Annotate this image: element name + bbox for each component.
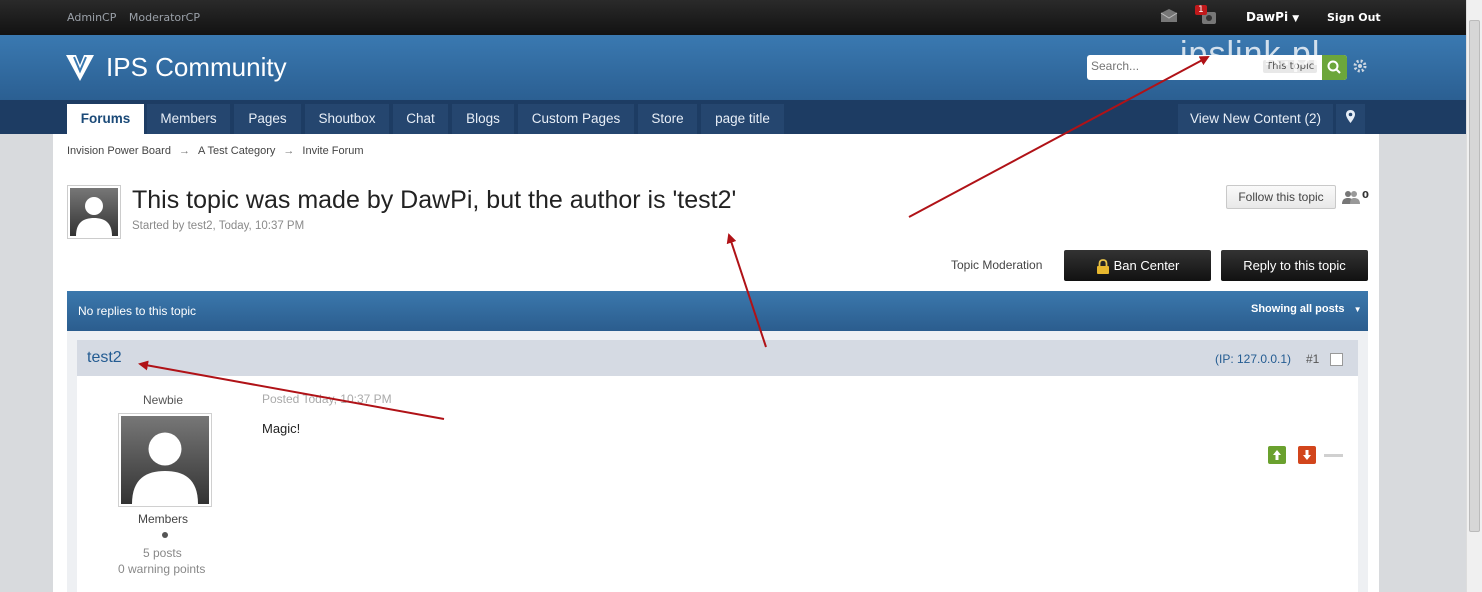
rank-pip-icon (162, 532, 168, 538)
site-title: IPS Community (106, 52, 287, 82)
view-new-content-button[interactable]: View New Content (2) (1178, 104, 1333, 134)
post-header: test2 (IP: 127.0.0.1) #1 (77, 340, 1358, 376)
location-button[interactable] (1336, 104, 1365, 134)
reply-button[interactable]: Reply to this topic (1221, 250, 1368, 281)
arrow-right-icon: → (283, 145, 295, 157)
tab-chat[interactable]: Chat (393, 104, 448, 134)
tab-store[interactable]: Store (638, 104, 697, 134)
breadcrumb-item[interactable]: A Test Category (198, 145, 275, 157)
username: DawPi (1246, 10, 1289, 24)
ban-center-button[interactable]: Ban Center (1064, 250, 1211, 281)
arrow-right-icon: → (178, 145, 190, 157)
default-avatar-icon (70, 188, 118, 236)
search-icon (1327, 60, 1341, 74)
admincp-link[interactable]: AdminCP (67, 11, 116, 24)
notification-badge: 1 (1195, 5, 1207, 15)
followers-count[interactable]: 0 (1342, 190, 1369, 204)
moderatorcp-link[interactable]: ModeratorCP (129, 11, 200, 24)
page-title: This topic was made by DawPi, but the au… (132, 186, 737, 214)
post-date: Posted Today, 10:37 PM (262, 392, 392, 406)
post-number[interactable]: #1 (1306, 352, 1319, 366)
post-body-container: test2 (IP: 127.0.0.1) #1 Newbie Members … (77, 340, 1358, 592)
post-select-checkbox[interactable] (1330, 353, 1343, 366)
rep-up-button[interactable] (1268, 446, 1286, 464)
post-author-link[interactable]: test2 (87, 349, 122, 367)
reply-count: No replies to this topic (78, 304, 197, 318)
post-content: Magic! (262, 421, 301, 436)
tab-pages[interactable]: Pages (234, 104, 301, 134)
showing-posts-filter[interactable]: Showing all posts ▼ (1251, 303, 1362, 315)
post-ip[interactable]: (IP: 127.0.0.1) (1215, 352, 1291, 366)
arrow-down-icon (1303, 450, 1311, 460)
scrollbar-thumb[interactable] (1469, 20, 1480, 532)
map-pin-icon (1346, 110, 1355, 123)
ban-center-label: Ban Center (1113, 258, 1180, 273)
sign-out-link[interactable]: Sign Out (1327, 11, 1381, 24)
lock-icon (1096, 259, 1109, 275)
logo-mark-icon (66, 55, 94, 81)
gear-icon[interactable] (1353, 59, 1367, 73)
search-button[interactable] (1322, 55, 1347, 80)
follow-topic-button[interactable]: Follow this topic (1226, 185, 1336, 209)
watermark: ipslink.pl (1180, 35, 1321, 73)
tab-forums[interactable]: Forums (67, 104, 144, 134)
post: test2 (IP: 127.0.0.1) #1 Newbie Members … (67, 331, 1368, 592)
member-warning-points[interactable]: 0 warning points (118, 562, 205, 576)
followers-count-value: 0 (1362, 190, 1369, 201)
top-bar: AdminCP ModeratorCP 1 DawPi ▼ Sign Out (0, 0, 1466, 35)
breadcrumb: Invision Power Board → A Test Category → Inv… (67, 145, 364, 157)
chevron-down-icon: ▼ (1353, 305, 1362, 314)
users-icon (1342, 191, 1360, 204)
member-group: Members (138, 512, 189, 526)
arrow-up-icon (1273, 450, 1281, 460)
tab-shoutbox[interactable]: Shoutbox (305, 104, 389, 134)
member-post-count: 5 posts (143, 546, 182, 560)
breadcrumb-item[interactable]: Invite Forum (302, 145, 363, 157)
main-nav: Forums Members Pages Shoutbox Chat Blogs… (0, 100, 1466, 134)
post-author-avatar[interactable] (118, 413, 212, 507)
topic-meta: Started by test2, Today, 10:37 PM (132, 220, 305, 232)
topic-author-avatar[interactable] (67, 185, 121, 239)
member-rank: Newbie (143, 393, 184, 407)
chevron-down-icon: ▼ (1292, 14, 1300, 24)
reputation-value (1324, 454, 1343, 457)
topic-moderation-link[interactable]: Topic Moderation (951, 258, 1042, 272)
envelope-icon[interactable] (1160, 9, 1178, 23)
rep-down-button[interactable] (1298, 446, 1316, 464)
tab-blogs[interactable]: Blogs (452, 104, 514, 134)
showing-posts-label: Showing all posts (1251, 303, 1345, 315)
posts-header-bar: No replies to this topic Showing all pos… (67, 291, 1368, 331)
site-header: IPS Community This topic ipslink.pl (0, 35, 1466, 100)
tab-page-title[interactable]: page title (701, 104, 784, 134)
breadcrumb-item[interactable]: Invision Power Board (67, 145, 171, 157)
user-menu[interactable]: DawPi ▼ (1246, 10, 1299, 24)
admin-links: AdminCP ModeratorCP (67, 11, 209, 24)
page-scrollbar[interactable] (1466, 0, 1482, 592)
default-avatar-icon (121, 416, 209, 504)
tab-custom-pages[interactable]: Custom Pages (518, 104, 634, 134)
tab-members[interactable]: Members (147, 104, 230, 134)
